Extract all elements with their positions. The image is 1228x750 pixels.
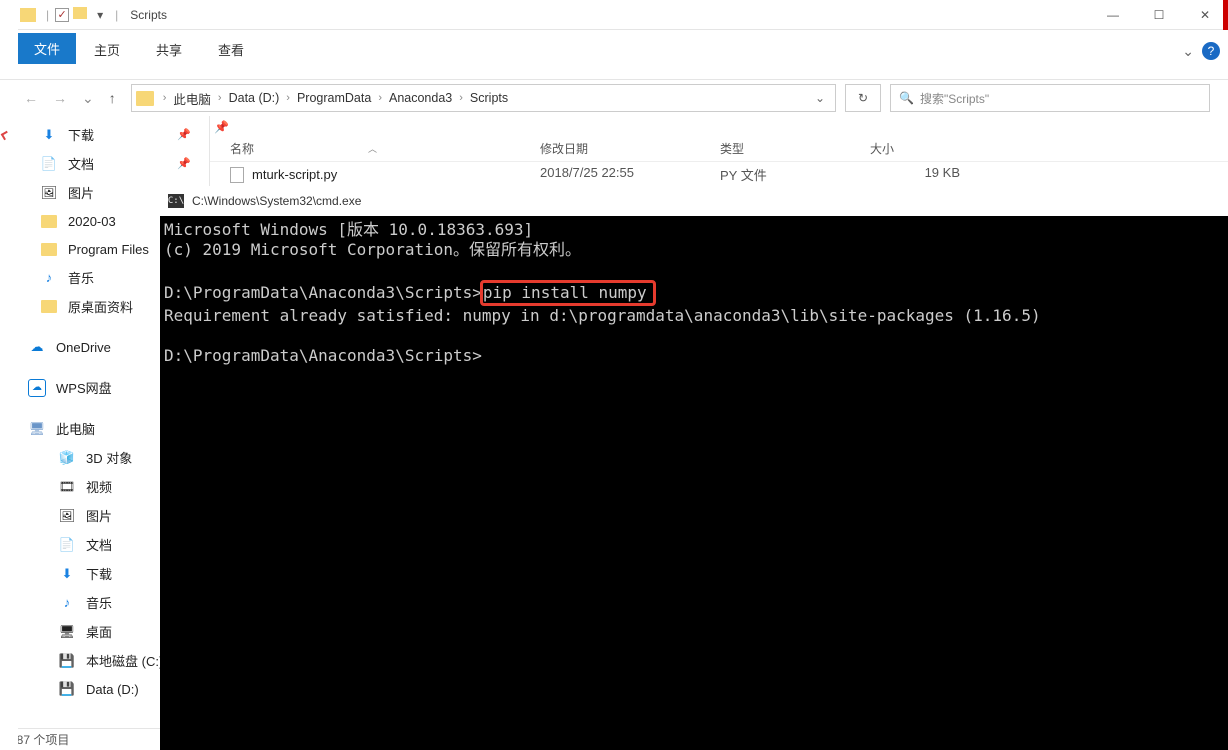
title-bar: | ✓ ▾ | Scripts — ☐ ✕ bbox=[0, 0, 1228, 30]
cmd-title-bar[interactable]: C:\ C:\Windows\System32\cmd.exe bbox=[160, 186, 1228, 216]
chevron-right-icon: › bbox=[160, 92, 170, 104]
file-type: PY 文件 bbox=[720, 165, 870, 184]
cmd-window[interactable]: C:\ C:\Windows\System32\cmd.exe Microsof… bbox=[160, 186, 1228, 750]
sidebar-item-downloads[interactable]: ⬇下载📌 bbox=[0, 120, 209, 149]
music-icon: ♪ bbox=[58, 594, 76, 612]
folder-icon bbox=[20, 8, 36, 22]
file-tab[interactable]: 文件 bbox=[18, 33, 76, 64]
wps-icon: ☁ bbox=[28, 379, 46, 397]
crumb-scripts[interactable]: Scripts bbox=[466, 91, 512, 105]
column-type[interactable]: 类型 bbox=[720, 140, 870, 157]
window-edge bbox=[1223, 0, 1228, 30]
column-name[interactable]: 名称︿ bbox=[230, 140, 540, 157]
minimize-button[interactable]: — bbox=[1090, 0, 1136, 30]
breadcrumb[interactable]: › 此电脑 › Data (D:) › ProgramData › Anacon… bbox=[131, 84, 836, 112]
chevron-right-icon: › bbox=[283, 92, 293, 104]
qat-dropdown-icon[interactable]: ▾ bbox=[97, 8, 103, 22]
up-button[interactable]: ↑ bbox=[103, 86, 122, 110]
crumb-programdata[interactable]: ProgramData bbox=[293, 91, 375, 105]
sidebar-item-documents[interactable]: 📄文档📌 bbox=[0, 149, 209, 178]
3d-icon: 🧊 bbox=[58, 449, 76, 467]
document-icon: 📄 bbox=[58, 536, 76, 554]
separator: | bbox=[115, 8, 118, 22]
search-icon: 🔍 bbox=[899, 91, 914, 105]
pictures-icon: 🖼 bbox=[40, 184, 58, 202]
recent-dropdown[interactable]: ⌄ bbox=[76, 86, 100, 111]
sort-asc-icon: ︿ bbox=[368, 142, 377, 155]
quick-save-icon[interactable]: ✓ bbox=[55, 8, 69, 22]
tab-home[interactable]: 主页 bbox=[76, 30, 138, 69]
folder-icon bbox=[41, 215, 57, 228]
ribbon: 文件 主页 共享 查看 ⌄ ? bbox=[0, 30, 1228, 80]
chevron-right-icon: › bbox=[456, 92, 466, 104]
column-headers: 名称︿ 修改日期 类型 大小 bbox=[210, 134, 1228, 162]
desktop-icon: 🖥 bbox=[58, 623, 76, 641]
pin-icon: 📌 bbox=[177, 128, 191, 141]
tab-share[interactable]: 共享 bbox=[138, 30, 200, 69]
disk-icon: 💾 bbox=[58, 652, 76, 670]
onedrive-icon: ☁ bbox=[28, 338, 46, 356]
chevron-right-icon: › bbox=[375, 92, 385, 104]
cmd-icon: C:\ bbox=[168, 194, 184, 208]
folder-icon bbox=[41, 300, 57, 313]
cmd-title: C:\Windows\System32\cmd.exe bbox=[192, 191, 361, 211]
file-size: 19 KB bbox=[870, 165, 960, 184]
help-icon[interactable]: ? bbox=[1202, 42, 1220, 60]
maximize-button[interactable]: ☐ bbox=[1136, 0, 1182, 30]
document-icon: 📄 bbox=[40, 155, 58, 173]
file-row[interactable]: mturk-script.py 2018/7/25 22:55 PY 文件 19… bbox=[210, 162, 1228, 187]
search-placeholder: 搜索"Scripts" bbox=[920, 90, 989, 107]
pin-icon: 📌 bbox=[214, 120, 230, 134]
crumb-anaconda[interactable]: Anaconda3 bbox=[385, 91, 456, 105]
music-icon: ♪ bbox=[40, 269, 58, 287]
address-dropdown-icon[interactable]: ⌄ bbox=[815, 91, 831, 105]
close-button[interactable]: ✕ bbox=[1182, 0, 1228, 30]
pin-icon: 📌 bbox=[177, 157, 191, 170]
separator: | bbox=[46, 8, 49, 22]
forward-button[interactable]: → bbox=[47, 86, 73, 110]
back-button[interactable]: ← bbox=[18, 86, 44, 110]
pc-icon: 🖥 bbox=[28, 420, 46, 438]
disk-icon: 💾 bbox=[58, 680, 76, 698]
pictures-icon: 🖼 bbox=[58, 507, 76, 525]
refresh-button[interactable]: ↻ bbox=[845, 84, 881, 112]
folder-icon bbox=[41, 243, 57, 256]
window-title: Scripts bbox=[130, 8, 167, 22]
tab-view[interactable]: 查看 bbox=[200, 30, 262, 69]
folder-icon bbox=[136, 91, 154, 106]
expand-ribbon-icon[interactable]: ⌄ bbox=[1182, 43, 1194, 60]
download-icon: ⬇ bbox=[58, 565, 76, 583]
file-icon bbox=[230, 167, 244, 183]
column-date[interactable]: 修改日期 bbox=[540, 140, 720, 157]
search-input[interactable]: 🔍 搜索"Scripts" bbox=[890, 84, 1210, 112]
item-count: 287 个项目 bbox=[10, 731, 69, 748]
chevron-right-icon: › bbox=[215, 92, 225, 104]
highlighted-command: pip install numpy bbox=[480, 280, 656, 306]
file-date: 2018/7/25 22:55 bbox=[540, 165, 720, 184]
video-icon: 🎞 bbox=[58, 478, 76, 496]
folder-icon-small bbox=[73, 7, 91, 22]
download-icon: ⬇ bbox=[40, 126, 58, 144]
file-name: mturk-script.py bbox=[252, 167, 337, 182]
crumb-drive[interactable]: Data (D:) bbox=[225, 91, 284, 105]
crumb-pc[interactable]: 此电脑 bbox=[169, 89, 215, 108]
navigation-bar: ← → ⌄ ↑ › 此电脑 › Data (D:) › ProgramData … bbox=[0, 80, 1228, 116]
column-size[interactable]: 大小 bbox=[870, 140, 960, 157]
cmd-output[interactable]: Microsoft Windows [版本 10.0.18363.693] (c… bbox=[160, 216, 1228, 366]
